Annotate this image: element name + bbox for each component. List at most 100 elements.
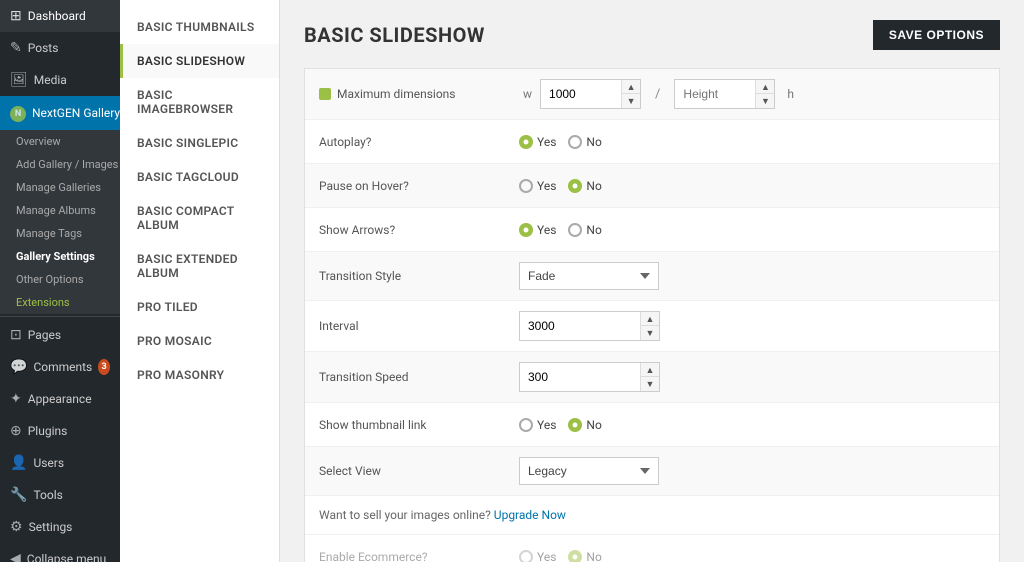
select-view-select[interactable]: Legacy Default	[519, 457, 659, 485]
pause-yes-radio[interactable]	[519, 179, 533, 193]
comments-label: Comments	[33, 360, 92, 374]
width-input[interactable]	[541, 82, 621, 106]
pause-no-radio[interactable]	[568, 179, 582, 193]
thumb-no-option[interactable]: No	[568, 418, 601, 432]
width-spin-up[interactable]: ▲	[622, 80, 640, 94]
sidebar-item-collapse[interactable]: ◀ Collapse menu	[0, 543, 120, 562]
autoplay-no-radio[interactable]	[568, 135, 582, 149]
transition-style-control: Fade Slide None	[519, 262, 659, 290]
height-spin-down[interactable]: ▼	[756, 94, 774, 108]
collapse-icon: ◀	[10, 551, 21, 562]
arrows-no-option[interactable]: No	[568, 223, 601, 237]
sidebar-item-comments[interactable]: 💬 Comments 3	[0, 351, 120, 383]
interval-spin-up[interactable]: ▲	[641, 312, 659, 326]
width-input-wrap: ▲ ▼	[540, 79, 641, 109]
nav-basic-thumbnails[interactable]: BASIC THUMBNAILS	[120, 10, 279, 44]
ecommerce-no-radio[interactable]	[568, 550, 582, 562]
max-dimensions-control: w ▲ ▼ / ▲ ▼ h	[519, 79, 794, 109]
users-icon: 👤	[10, 455, 27, 471]
nav-basic-tagcloud[interactable]: BASIC TAGCLOUD	[120, 160, 279, 194]
nav-pro-tiled[interactable]: PRO TILED	[120, 290, 279, 324]
thumb-yes-option[interactable]: Yes	[519, 418, 556, 432]
autoplay-no-option[interactable]: No	[568, 135, 601, 149]
transition-style-select[interactable]: Fade Slide None	[519, 262, 659, 290]
upgrade-link[interactable]: Upgrade Now	[494, 508, 566, 522]
nextgen-submenu: Overview Add Gallery / Images Manage Gal…	[0, 130, 120, 314]
green-dot-icon	[319, 88, 331, 100]
nav-basic-imagebrowser[interactable]: BASIC IMAGEBROWSER	[120, 78, 279, 126]
nav-basic-slideshow[interactable]: BASIC SLIDESHOW	[120, 44, 279, 78]
appearance-label: Appearance	[28, 392, 92, 406]
autoplay-yes-option[interactable]: Yes	[519, 135, 556, 149]
nav-basic-singlepic[interactable]: BASIC SINGLEPIC	[120, 126, 279, 160]
sidebar-item-posts[interactable]: ✎ Posts	[0, 32, 120, 64]
arrows-yes-radio[interactable]	[519, 223, 533, 237]
main-header: BASIC SLIDESHOW SAVE OPTIONS	[304, 20, 1000, 50]
ecommerce-yes-radio[interactable]	[519, 550, 533, 562]
thumbnail-link-control: Yes No	[519, 418, 602, 432]
nav-basic-compact-album[interactable]: BASIC COMPACT ALBUM	[120, 194, 279, 242]
sidebar-item-appearance[interactable]: ✦ Appearance	[0, 383, 120, 415]
sidebar-label-media: Media	[34, 73, 67, 87]
interval-spin-down[interactable]: ▼	[641, 326, 659, 340]
comments-icon: 💬	[10, 359, 27, 375]
height-spin-up[interactable]: ▲	[756, 80, 774, 94]
row-transition-speed: Transition Speed ▲ ▼	[305, 352, 999, 403]
sidebar-item-settings[interactable]: ⚙ Settings	[0, 511, 120, 543]
autoplay-label: Autoplay?	[319, 135, 519, 149]
posts-icon: ✎	[10, 40, 22, 56]
comments-badge: 3	[98, 359, 110, 375]
transition-speed-input-wrap: ▲ ▼	[519, 362, 660, 392]
ecommerce-no-option[interactable]: No	[568, 550, 601, 562]
sidebar-item-overview[interactable]: Overview	[0, 130, 120, 153]
thumb-yes-radio[interactable]	[519, 418, 533, 432]
max-dimensions-label: Maximum dimensions	[319, 87, 519, 101]
sidebar-item-users[interactable]: 👤 Users	[0, 447, 120, 479]
height-input-wrap: ▲ ▼	[674, 79, 775, 109]
sidebar-item-other-options[interactable]: Other Options	[0, 268, 120, 291]
sidebar-label-nextgen: NextGEN Gallery	[32, 106, 120, 120]
sidebar: ⊞ Dashboard ✎ Posts 🖼 Media N NextGEN Ga…	[0, 0, 120, 562]
pages-icon: ⊡	[10, 327, 22, 343]
transition-speed-spin-down[interactable]: ▼	[641, 377, 659, 391]
autoplay-yes-radio[interactable]	[519, 135, 533, 149]
width-spin-down[interactable]: ▼	[622, 94, 640, 108]
transition-speed-input[interactable]	[520, 365, 640, 389]
sidebar-item-manage-galleries[interactable]: Manage Galleries	[0, 176, 120, 199]
row-show-arrows: Show Arrows? Yes No	[305, 208, 999, 252]
thumb-no-radio[interactable]	[568, 418, 582, 432]
arrows-yes-option[interactable]: Yes	[519, 223, 556, 237]
height-input[interactable]	[675, 82, 755, 106]
sidebar-item-manage-tags[interactable]: Manage Tags	[0, 222, 120, 245]
sidebar-item-plugins[interactable]: ⊕ Plugins	[0, 415, 120, 447]
interval-input-wrap: ▲ ▼	[519, 311, 660, 341]
sidebar-item-extensions[interactable]: Extensions	[0, 291, 120, 314]
transition-speed-spinners: ▲ ▼	[640, 363, 659, 391]
sidebar-item-manage-albums[interactable]: Manage Albums	[0, 199, 120, 222]
save-options-button[interactable]: SAVE OPTIONS	[873, 20, 1000, 50]
sidebar-item-nextgen[interactable]: N NextGEN Gallery ◀	[0, 96, 120, 130]
interval-input[interactable]	[520, 314, 640, 338]
sidebar-item-gallery-settings[interactable]: Gallery Settings	[0, 245, 120, 268]
upgrade-row: Want to sell your images online? Upgrade…	[305, 496, 999, 535]
nav-basic-extended-album[interactable]: BASIC EXTENDED ALBUM	[120, 242, 279, 290]
nav-pro-mosaic[interactable]: PRO MOSAIC	[120, 324, 279, 358]
interval-control: ▲ ▼	[519, 311, 660, 341]
pause-yes-option[interactable]: Yes	[519, 179, 556, 193]
pages-label: Pages	[28, 328, 61, 342]
main-content: BASIC SLIDESHOW SAVE OPTIONS Maximum dim…	[280, 0, 1024, 562]
settings-section: Maximum dimensions w ▲ ▼ / ▲ ▼	[304, 68, 1000, 562]
row-pause-hover: Pause on Hover? Yes No	[305, 164, 999, 208]
collapse-label: Collapse menu	[27, 552, 106, 562]
sidebar-item-dashboard[interactable]: ⊞ Dashboard	[0, 0, 120, 32]
sidebar-item-media[interactable]: 🖼 Media	[0, 64, 120, 96]
arrows-no-radio[interactable]	[568, 223, 582, 237]
pause-no-option[interactable]: No	[568, 179, 601, 193]
transition-speed-spin-up[interactable]: ▲	[641, 363, 659, 377]
nav-pro-masonry[interactable]: PRO MASONRY	[120, 358, 279, 392]
sidebar-item-tools[interactable]: 🔧 Tools	[0, 479, 120, 511]
dimension-separator: /	[655, 87, 660, 102]
sidebar-item-add-gallery[interactable]: Add Gallery / Images	[0, 153, 120, 176]
ecommerce-yes-option[interactable]: Yes	[519, 550, 556, 562]
sidebar-item-pages[interactable]: ⊡ Pages	[0, 319, 120, 351]
